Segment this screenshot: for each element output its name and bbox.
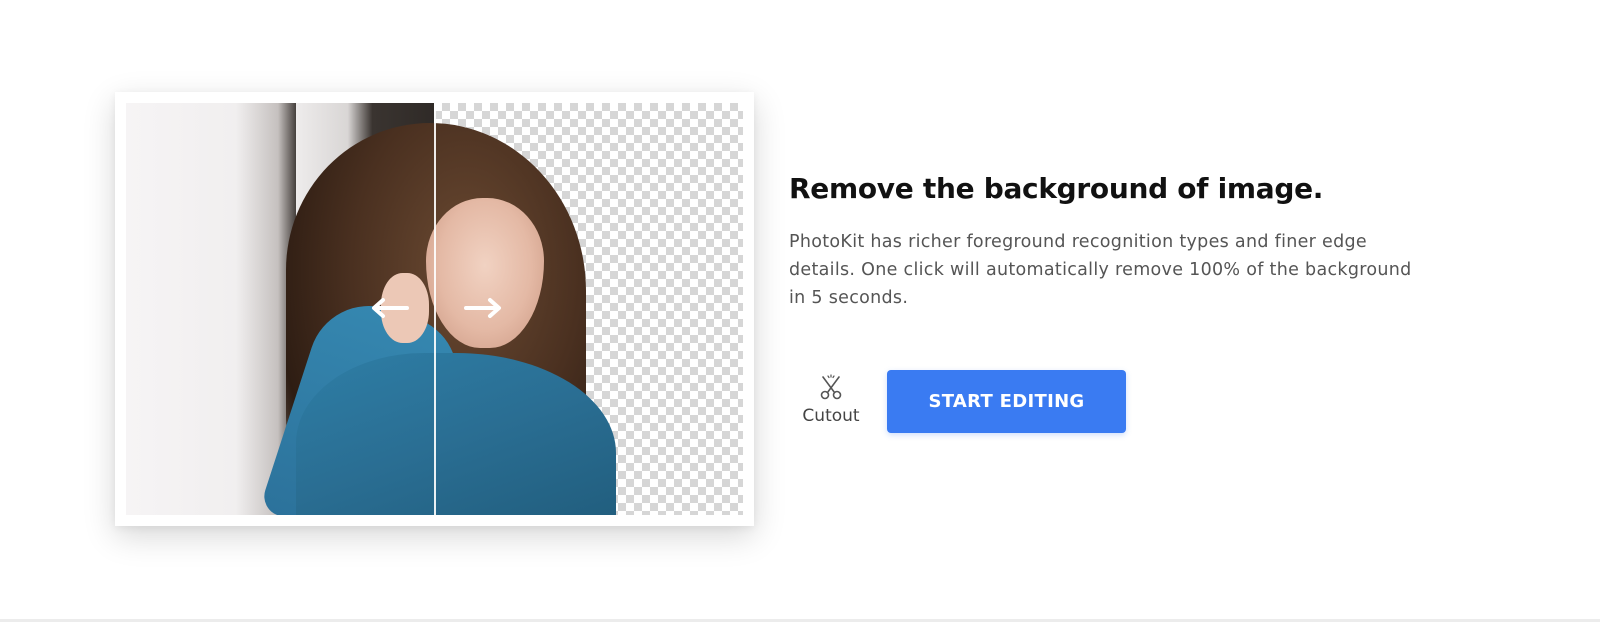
arrow-right-icon[interactable] (464, 296, 504, 320)
scissors-icon (796, 372, 866, 402)
section-description: PhotoKit has richer foreground recogniti… (789, 232, 1412, 308)
arrow-left-icon[interactable] (369, 296, 409, 320)
section-title: Remove the background of image. (789, 172, 1324, 205)
section-divider (0, 619, 1600, 622)
start-editing-button[interactable]: START EDITING (887, 370, 1126, 433)
cutout-label: Cutout (802, 406, 860, 426)
before-after-frame (115, 92, 754, 526)
comparison-slider-handle[interactable] (434, 103, 436, 515)
cutout-tool[interactable]: Cutout (796, 372, 866, 434)
before-after-image[interactable] (126, 103, 743, 515)
